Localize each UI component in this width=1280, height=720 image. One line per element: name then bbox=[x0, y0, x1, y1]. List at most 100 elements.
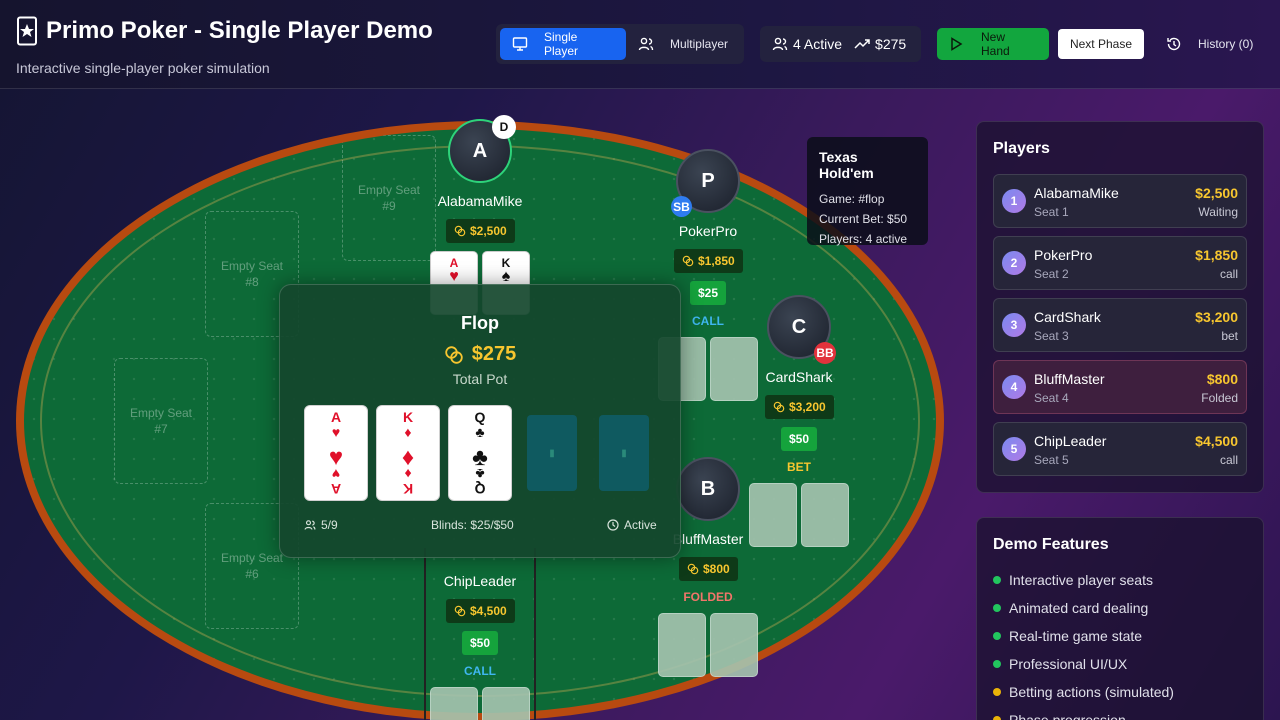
player-status: Folded bbox=[1201, 391, 1238, 405]
player-name: AlabamaMike bbox=[1034, 185, 1119, 201]
player-chips: $3,200 bbox=[1195, 309, 1238, 325]
chip-amount: $1,850 bbox=[698, 254, 735, 268]
empty-seat-number: #9 bbox=[382, 199, 396, 213]
card-back bbox=[801, 483, 849, 547]
chip-amount: $4,500 bbox=[470, 604, 507, 618]
player-chips: $1,850 bbox=[1195, 247, 1238, 263]
phase-title: Flop bbox=[461, 313, 499, 333]
pot-board-panel: Flop $275 Total Pot A ♥ ♥ A ♥ K ♦ ♦ K ♦ Q ♣ ♣… bbox=[279, 284, 681, 558]
demo-features-panel: Demo Features Interactive player seats A… bbox=[976, 517, 1264, 720]
game-id: Game: #flop bbox=[819, 192, 885, 206]
card-rank: K bbox=[402, 481, 414, 497]
player-name: ChipLeader bbox=[1034, 433, 1107, 449]
status-dot bbox=[993, 716, 1001, 720]
clock-icon bbox=[607, 519, 619, 531]
board-card-3: Q ♣ ♣ Q ♣ bbox=[448, 405, 512, 501]
card-rank: A bbox=[330, 409, 342, 425]
coins-icon bbox=[454, 225, 466, 237]
coins-icon bbox=[444, 345, 464, 365]
feature-label: Animated card dealing bbox=[1009, 600, 1149, 616]
feature-item: Animated card dealing bbox=[993, 600, 1148, 616]
avatar-initial: A bbox=[472, 139, 488, 162]
player-row[interactable]: 1 AlabamaMike Seat 1 $2,500 Waiting bbox=[993, 174, 1247, 228]
player-row[interactable]: 4 BluffMaster Seat 4 $800 Folded bbox=[993, 360, 1247, 414]
action-label-cardshark: BET bbox=[787, 460, 811, 474]
board-card-slot-5: ▮ bbox=[599, 415, 649, 491]
status-dot bbox=[993, 576, 1001, 584]
chip-stack-cardshark: $3,200 bbox=[765, 395, 834, 419]
player-name: BluffMaster bbox=[1034, 371, 1105, 387]
next-phase-button[interactable]: Next Phase bbox=[1058, 29, 1144, 59]
feature-label: Phase progression bbox=[1009, 712, 1126, 720]
player-name-chipleader: ChipLeader bbox=[443, 573, 517, 589]
seat-count: 5/9 bbox=[304, 518, 338, 532]
bet-amount-cardshark: $50 bbox=[781, 427, 817, 451]
player-seat: Seat 5 bbox=[1034, 453, 1069, 467]
history-button[interactable]: History (0) bbox=[1160, 28, 1266, 60]
status-dot bbox=[993, 632, 1001, 640]
board-card-1: A ♥ ♥ A ♥ bbox=[304, 405, 368, 501]
features-panel-title: Demo Features bbox=[993, 536, 1109, 553]
player-avatar-bluffmaster[interactable]: B bbox=[676, 457, 740, 521]
player-row[interactable]: 3 CardShark Seat 3 $3,200 bet bbox=[993, 298, 1247, 352]
card-suit: ♥ bbox=[331, 424, 341, 440]
player-seat: Seat 2 bbox=[1034, 267, 1069, 281]
new-hand-button[interactable]: New Hand bbox=[937, 28, 1049, 60]
player-status: call bbox=[1219, 453, 1238, 467]
game-status: Active bbox=[607, 518, 657, 532]
single-player-button[interactable]: Single Player bbox=[500, 28, 626, 60]
seat-count-value: 5/9 bbox=[321, 518, 338, 532]
page-title: Primo Poker - Single Player Demo bbox=[16, 16, 433, 46]
player-number: 4 bbox=[1002, 375, 1026, 399]
card-suit: ♣ bbox=[475, 424, 485, 440]
chip-stack-alabamamike: $2,500 bbox=[446, 219, 515, 243]
empty-seat-label: Empty Seat bbox=[220, 551, 284, 565]
avatar-initial: P bbox=[701, 169, 715, 192]
feature-label: Professional UI/UX bbox=[1009, 656, 1128, 672]
players-active: Players: 4 active bbox=[819, 232, 908, 246]
small-blind-badge: SB bbox=[671, 196, 692, 217]
title-block: Primo Poker - Single Player Demo Interac… bbox=[16, 16, 433, 76]
game-stats: 4 Active $275 bbox=[760, 26, 921, 62]
chip-stack-pokerpro: $1,850 bbox=[674, 249, 743, 273]
empty-seat-7[interactable]: Empty Seat #7 bbox=[114, 358, 208, 484]
status-dot bbox=[993, 688, 1001, 696]
player-row[interactable]: 5 ChipLeader Seat 5 $4,500 call bbox=[993, 422, 1247, 476]
current-bet: Current Bet: $50 bbox=[819, 212, 908, 226]
card-suit: ♥ bbox=[331, 466, 341, 482]
app-header: Primo Poker - Single Player Demo Interac… bbox=[0, 0, 1280, 89]
player-chips: $2,500 bbox=[1195, 185, 1238, 201]
avatar-initial: B bbox=[700, 477, 716, 500]
card-rank: Q bbox=[474, 409, 486, 425]
coins-icon bbox=[687, 563, 699, 575]
chip-amount: $3,200 bbox=[789, 400, 826, 414]
chip-stack-chipleader: $4,500 bbox=[446, 599, 515, 623]
play-icon bbox=[949, 37, 963, 51]
player-number: 3 bbox=[1002, 313, 1026, 337]
card-back bbox=[710, 613, 758, 677]
player-number: 5 bbox=[1002, 437, 1026, 461]
trending-up-icon bbox=[854, 36, 870, 52]
bet-amount-chipleader: $50 bbox=[462, 631, 498, 655]
player-status: call bbox=[1219, 267, 1238, 281]
board-card-2: K ♦ ♦ K ♦ bbox=[376, 405, 440, 501]
chip-stack-bluffmaster: $800 bbox=[679, 557, 738, 581]
multiplayer-button[interactable]: Multiplayer bbox=[626, 28, 740, 60]
active-count: 4 Active bbox=[793, 36, 843, 52]
card-rank: K bbox=[402, 409, 414, 425]
total-pot: $275 bbox=[280, 343, 680, 366]
card-back bbox=[430, 687, 478, 720]
empty-seat-label: Empty Seat bbox=[357, 183, 421, 197]
player-number: 2 bbox=[1002, 251, 1026, 275]
player-row[interactable]: 2 PokerPro Seat 2 $1,850 call bbox=[993, 236, 1247, 290]
player-seat: Seat 4 bbox=[1034, 391, 1069, 405]
dealer-button-badge: D bbox=[492, 115, 516, 139]
player-status: Waiting bbox=[1198, 205, 1238, 219]
active-players-stat: 4 Active bbox=[772, 36, 842, 52]
game-status-value: Active bbox=[624, 518, 657, 532]
board-card-slot-4: ▮ bbox=[527, 415, 577, 491]
history-label: History (0) bbox=[1198, 37, 1254, 51]
pot-value: $275 bbox=[471, 343, 517, 365]
coins-icon bbox=[682, 255, 694, 267]
users-icon bbox=[638, 36, 654, 52]
